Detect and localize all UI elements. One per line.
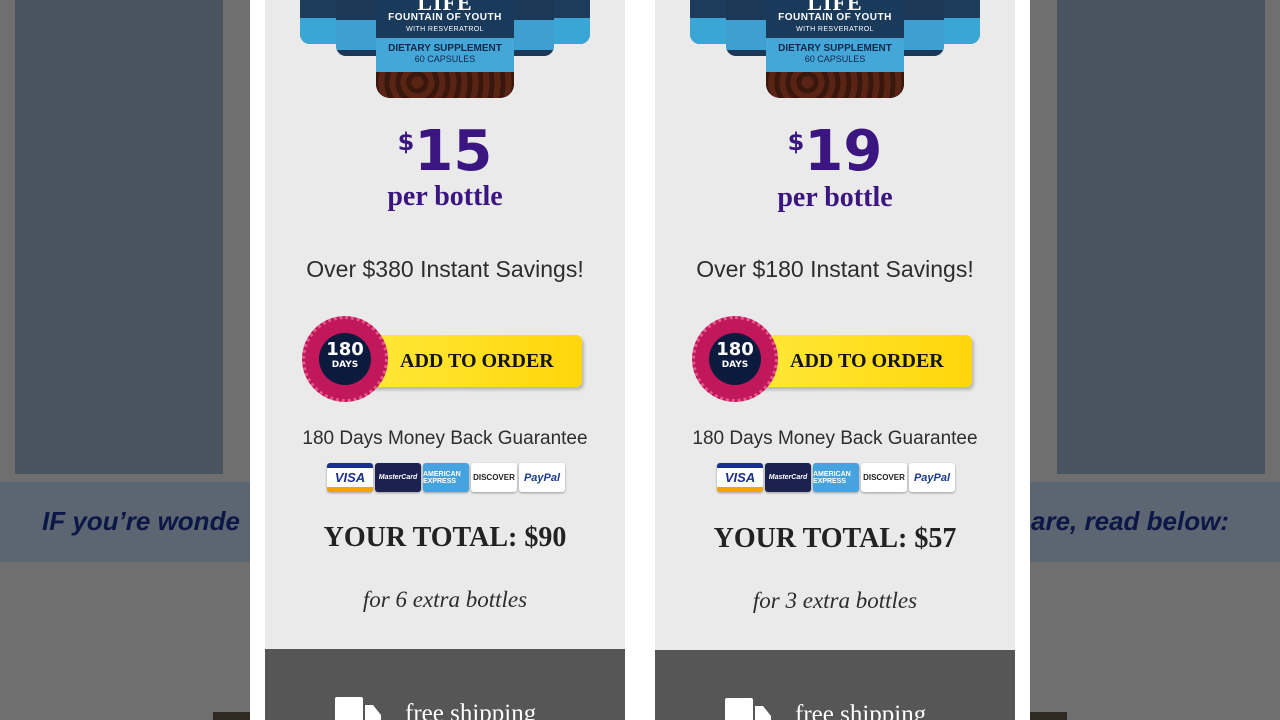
- product-subtagline: WITH RESVERATROL: [406, 26, 484, 33]
- product-bottles-image: LIFE FOUNTAIN OF YOUTH WITH RESVERATROL …: [690, 0, 980, 100]
- offer-modal: LIFE FOUNTAIN OF YOUTH WITH RESVERATROL …: [250, 0, 1030, 720]
- price: $15: [265, 120, 625, 184]
- price-currency: $: [787, 128, 805, 156]
- seal-unit: DAYS: [331, 360, 359, 370]
- background-banner-text-left: IF you’re wonde: [42, 506, 240, 536]
- seal-unit: DAYS: [721, 360, 749, 370]
- background-panel-right: [1057, 0, 1265, 474]
- payment-methods: VISA MasterCard AMERICAN EXPRESS DISCOVE…: [717, 463, 955, 493]
- price-unit: per bottle: [387, 181, 503, 212]
- mastercard-icon: MasterCard: [765, 463, 811, 492]
- price-currency: $: [397, 128, 415, 156]
- guarantee-seal-icon: 180 DAYS: [692, 316, 778, 402]
- shipping-label: free shipping: [405, 700, 537, 720]
- savings-text: Over $180 Instant Savings!: [696, 256, 974, 282]
- shipping-bar: free shipping: [265, 649, 625, 720]
- amex-card-icon: AMERICAN EXPRESS: [423, 463, 469, 492]
- product-label-line2: 60 CAPSULES: [804, 54, 866, 64]
- mastercard-icon: MasterCard: [375, 463, 421, 492]
- payment-methods: VISA MasterCard AMERICAN EXPRESS DISCOVE…: [327, 463, 565, 493]
- guarantee-text: 180 Days Money Back Guarantee: [302, 428, 588, 449]
- guarantee-seal-icon: 180 DAYS: [302, 316, 388, 402]
- product-label-line2: 60 CAPSULES: [414, 54, 476, 64]
- background-panel-left: [15, 0, 223, 474]
- product-tagline: FOUNTAIN OF YOUTH: [388, 12, 502, 23]
- visa-card-icon: VISA: [717, 463, 763, 492]
- amex-card-icon: AMERICAN EXPRESS: [813, 463, 859, 492]
- price-amount: 15: [414, 119, 493, 184]
- price-unit: per bottle: [777, 182, 893, 213]
- offer-card-3-bottles: LIFE FOUNTAIN OF YOUTH WITH RESVERATROL …: [655, 0, 1015, 720]
- product-tagline: FOUNTAIN OF YOUTH: [778, 12, 892, 23]
- guarantee-text: 180 Days Money Back Guarantee: [692, 428, 978, 449]
- product-label-line1: DIETARY SUPPLEMENT: [778, 43, 892, 54]
- truck-icon: [725, 698, 771, 720]
- paypal-icon: PayPal: [909, 463, 955, 492]
- order-total: YOUR TOTAL: $57: [713, 523, 957, 554]
- shipping-bar: free shipping: [655, 650, 1015, 720]
- product-subtagline: WITH RESVERATROL: [796, 26, 874, 33]
- background-banner-text-right: are, read below:: [1031, 506, 1229, 536]
- paypal-icon: PayPal: [519, 463, 565, 492]
- add-to-order-label: ADD TO ORDER: [790, 350, 944, 372]
- price-amount: 19: [804, 119, 883, 184]
- extra-bottles-text: for 6 extra bottles: [362, 587, 528, 612]
- add-to-order-group: ADD TO ORDER 180 DAYS: [302, 316, 586, 406]
- price: $19: [655, 120, 1015, 184]
- order-total: YOUR TOTAL: $90: [323, 522, 567, 553]
- product-label-line1: DIETARY SUPPLEMENT: [388, 43, 502, 54]
- offer-card-6-bottles: LIFE FOUNTAIN OF YOUTH WITH RESVERATROL …: [265, 0, 625, 720]
- visa-card-icon: VISA: [327, 463, 373, 492]
- truck-icon: [335, 697, 381, 720]
- add-to-order-label: ADD TO ORDER: [400, 350, 554, 372]
- shipping-label: free shipping: [795, 701, 927, 720]
- discover-card-icon: DISCOVER: [471, 463, 517, 492]
- savings-text: Over $380 Instant Savings!: [306, 256, 584, 282]
- product-bottles-image: LIFE FOUNTAIN OF YOUTH WITH RESVERATROL …: [300, 0, 590, 100]
- extra-bottles-text: for 3 extra bottles: [752, 588, 918, 613]
- add-to-order-group: ADD TO ORDER 180 DAYS: [692, 316, 976, 406]
- discover-card-icon: DISCOVER: [861, 463, 907, 492]
- seal-number: 180: [326, 339, 364, 360]
- seal-number: 180: [716, 339, 754, 360]
